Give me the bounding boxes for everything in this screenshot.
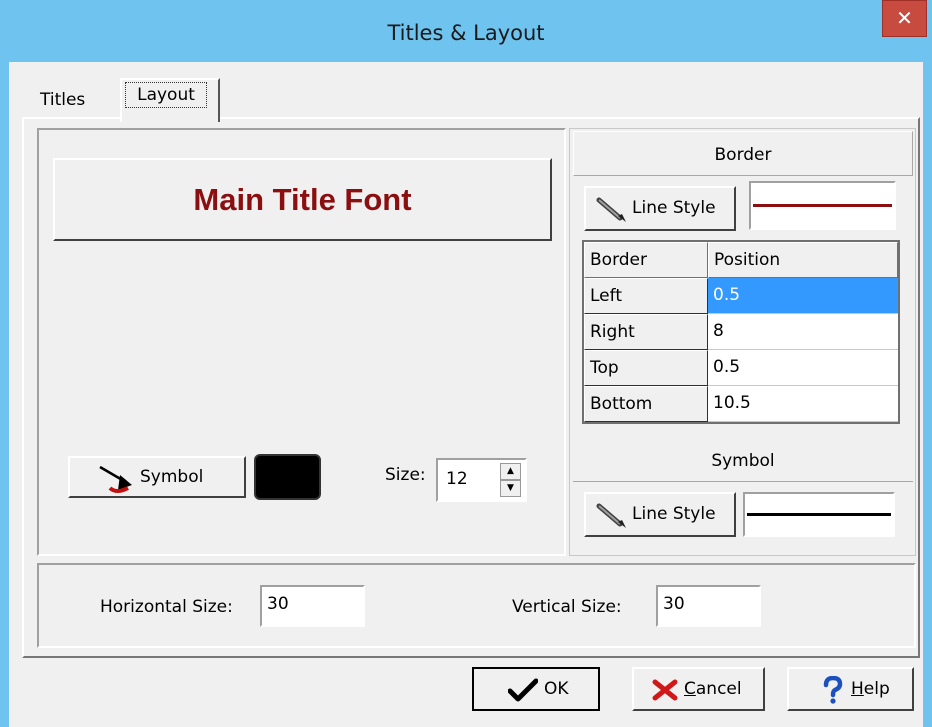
grid-cell-value[interactable]: 0.5: [708, 350, 898, 386]
symbol-header: Symbol: [573, 440, 913, 482]
size-value[interactable]: 12: [446, 469, 468, 489]
tab-titles[interactable]: Titles: [40, 87, 85, 113]
grid-row-label[interactable]: Right: [584, 314, 708, 350]
spin-down-button[interactable]: ▼: [500, 480, 521, 497]
red-x-icon: [652, 679, 678, 701]
help-label-rest: elp: [863, 679, 890, 699]
close-button[interactable]: ✕: [882, 0, 927, 37]
cancel-button[interactable]: Cancel: [632, 667, 765, 711]
checkmark-icon: [508, 678, 538, 702]
grid-cell-value[interactable]: 8: [708, 314, 898, 350]
vertical-size-input[interactable]: 30: [656, 585, 761, 627]
question-mark-icon: [823, 676, 843, 704]
cancel-mnemonic: C: [684, 679, 696, 699]
grid-row-label[interactable]: Top: [584, 350, 708, 386]
pencil-icon: [596, 197, 626, 222]
window-title: Titles & Layout: [387, 21, 545, 45]
horizontal-size-input[interactable]: 30: [260, 585, 365, 627]
size-spinbox[interactable]: 12 ▲ ▼: [436, 458, 527, 502]
cancel-label: Cancel: [684, 669, 742, 709]
window-frame-left: [0, 62, 9, 727]
spin-up-button[interactable]: ▲: [500, 463, 521, 480]
grid-cell-value[interactable]: 0.5: [708, 278, 898, 314]
ok-button[interactable]: OK: [472, 667, 600, 711]
border-header: Border: [573, 131, 913, 176]
window-frame-right: [923, 62, 932, 727]
border-line-style-button[interactable]: Line Style: [584, 186, 736, 231]
tab-layout-label[interactable]: Layout: [125, 82, 207, 108]
grid-header-border[interactable]: Border: [584, 242, 708, 278]
marker-arrow-icon: [99, 465, 132, 493]
pencil-icon: [596, 503, 626, 528]
symbol-line-style-button[interactable]: Line Style: [584, 492, 736, 537]
cancel-label-rest: ancel: [695, 679, 742, 699]
border-line-style-label: Line Style: [632, 198, 716, 218]
symbol-line-sample: [747, 513, 891, 516]
border-line-preview: [749, 181, 896, 230]
help-button[interactable]: Help: [787, 667, 914, 711]
symbol-line-style-label: Line Style: [632, 504, 716, 524]
help-mnemonic: H: [851, 679, 864, 699]
grid-row-label[interactable]: Bottom: [584, 386, 708, 422]
symbol-color-swatch[interactable]: [254, 454, 321, 500]
grid-header-position[interactable]: Position: [708, 242, 898, 278]
horizontal-size-label: Horizontal Size:: [100, 597, 233, 617]
symbol-line-preview: [743, 492, 895, 537]
symbol-button-label: Symbol: [140, 467, 204, 487]
border-position-grid[interactable]: Border Position Left 0.5 Right 8 Top 0.5…: [582, 240, 900, 424]
border-line-sample: [753, 204, 892, 207]
grid-row-label[interactable]: Left: [584, 278, 708, 314]
ok-label: OK: [544, 679, 569, 699]
help-label: Help: [851, 669, 890, 709]
triangle-up-icon: ▲: [507, 466, 514, 476]
grid-cell-value[interactable]: 10.5: [708, 386, 898, 422]
size-label: Size:: [385, 465, 426, 485]
main-title-font-button[interactable]: Main Title Font: [53, 158, 552, 241]
symbol-button[interactable]: Symbol: [68, 456, 246, 498]
close-icon: ✕: [896, 6, 913, 30]
triangle-down-icon: ▼: [507, 483, 514, 493]
vertical-size-label: Vertical Size:: [512, 597, 622, 617]
